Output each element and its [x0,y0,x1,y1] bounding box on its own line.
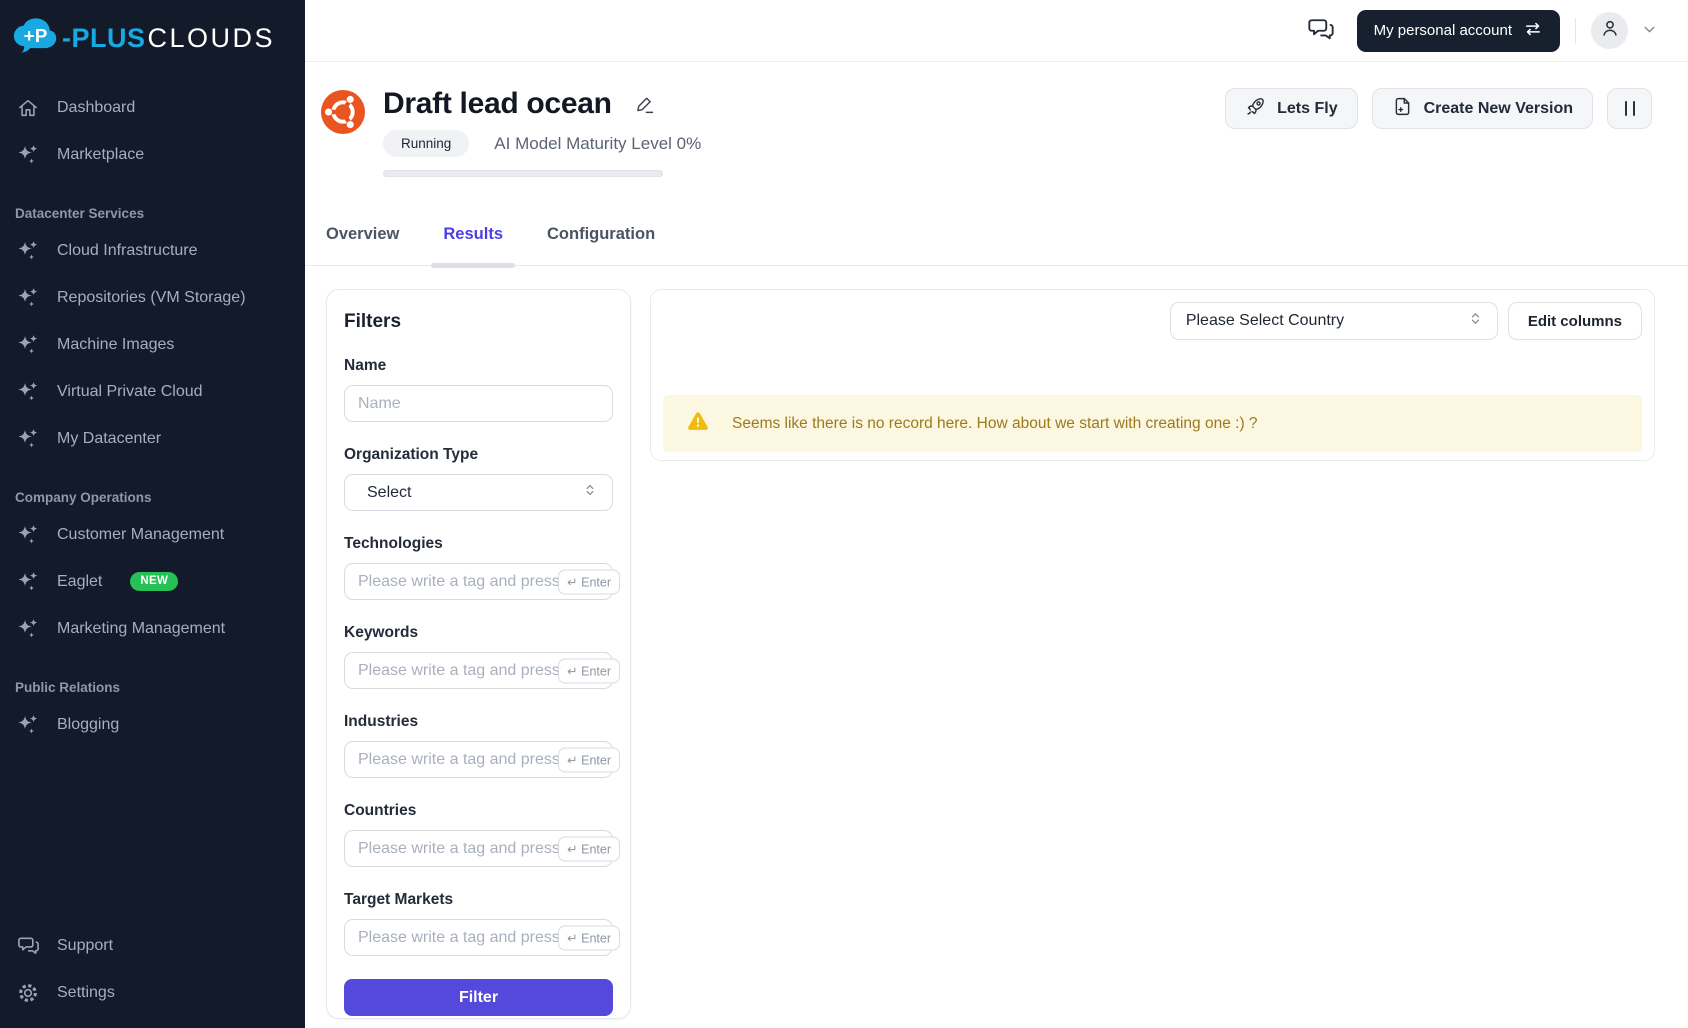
sparkles-icon [15,379,41,405]
brand-logo[interactable]: +P -PLUSCLOUDS [0,12,305,64]
tab-results[interactable]: Results [443,225,503,265]
sidebar-item-blogging[interactable]: Blogging [0,701,305,748]
header-divider [1575,18,1576,44]
sidebar-footer: Support Settings [0,922,305,1028]
filter-field-name: Name [344,357,613,422]
enter-key-hint: ↵ Enter [558,836,620,861]
lets-fly-button[interactable]: Lets Fly [1225,88,1357,129]
sparkles-icon [15,522,41,548]
filter-field-countries: Countries ↵ Enter [344,802,613,867]
content-area: Filters Name Organization Type Select Te… [305,266,1688,1028]
rocket-icon [1245,96,1266,122]
status-badge: Running [383,130,469,157]
sparkles-icon [15,616,41,642]
sparkles-icon [15,332,41,358]
enter-key-hint: ↵ Enter [558,569,620,594]
tab-configuration[interactable]: Configuration [547,225,655,265]
empty-results-alert: Seems like there is no record here. How … [663,395,1642,452]
chevron-up-down-icon [582,482,598,503]
tab-overview[interactable]: Overview [326,225,399,265]
sidebar-item-eaglet[interactable]: Eaglet NEW [0,558,305,605]
pause-button[interactable] [1607,88,1652,129]
new-badge: NEW [130,572,178,591]
chat-icon [1307,15,1335,46]
sidebar-item-support[interactable]: Support [0,922,305,969]
enter-key-hint: ↵ Enter [558,925,620,950]
filters-title: Filters [344,311,613,333]
filter-field-keywords: Keywords ↵ Enter [344,624,613,689]
sidebar-item-marketplace[interactable]: Marketplace [0,131,305,178]
warning-icon [687,410,709,437]
edit-title-button[interactable] [635,94,656,118]
home-icon [15,95,41,121]
sidebar-item-dashboard[interactable]: Dashboard [0,84,305,131]
gear-icon [15,980,41,1006]
sidebar-section-company-operations: Company Operations [0,490,305,505]
page-title: Draft lead ocean [383,87,612,121]
filter-field-industries: Industries ↵ Enter [344,713,613,778]
sparkles-icon [15,569,41,595]
brand-wordmark: -PLUSCLOUDS [62,23,275,54]
filter-submit-button[interactable]: Filter [344,979,613,1016]
filters-panel: Filters Name Organization Type Select Te… [326,289,631,1019]
empty-results-message: Seems like there is no record here. How … [732,415,1258,433]
person-icon [1599,17,1621,44]
file-plus-icon [1392,96,1413,122]
maturity-label: AI Model Maturity Level 0% [494,134,701,154]
sidebar-item-customer-management[interactable]: Customer Management [0,511,305,558]
organization-type-select[interactable]: Select [344,474,613,511]
pause-icon [1625,101,1627,116]
country-select[interactable]: Please Select Country [1170,302,1498,340]
sidebar-item-cloud-infrastructure[interactable]: Cloud Infrastructure [0,227,305,274]
sparkles-icon [15,285,41,311]
maturity-progress [383,170,663,177]
sidebar-item-repositories[interactable]: Repositories (VM Storage) [0,274,305,321]
enter-key-hint: ↵ Enter [558,658,620,683]
sidebar: +P -PLUSCLOUDS Dashboard Marketplace Dat… [0,0,305,1028]
page-head: Draft lead ocean Running AI Model Maturi… [305,62,1688,177]
tab-bar: Overview Results Configuration [305,225,1688,266]
filter-field-organization-type: Organization Type Select [344,446,613,511]
name-input[interactable] [344,385,613,422]
account-menu-caret[interactable] [1641,21,1658,41]
ubuntu-logo [321,90,365,134]
sparkles-icon [15,426,41,452]
create-new-version-button[interactable]: Create New Version [1372,88,1593,129]
sidebar-item-settings[interactable]: Settings [0,969,305,1016]
chevron-up-down-icon [1467,310,1484,332]
chat-button[interactable] [1307,15,1335,46]
sidebar-section-datacenter-services: Datacenter Services [0,206,305,221]
sparkles-icon [15,238,41,264]
account-switch-button[interactable]: My personal account [1357,10,1560,52]
sidebar-section-public-relations: Public Relations [0,680,305,695]
pencil-icon [635,94,656,118]
chat-icon [15,933,41,959]
chevron-down-icon [1641,21,1658,41]
sidebar-item-my-datacenter[interactable]: My Datacenter [0,415,305,462]
edit-columns-button[interactable]: Edit columns [1508,302,1642,340]
sidebar-item-machine-images[interactable]: Machine Images [0,321,305,368]
top-header: My personal account [305,0,1688,62]
switch-arrows-icon [1523,19,1543,43]
results-panel: Please Select Country Edit columns Seems… [650,289,1655,461]
filter-field-target-markets: Target Markets ↵ Enter [344,891,613,956]
sidebar-item-marketing-management[interactable]: Marketing Management [0,605,305,652]
plusclouds-cloud-icon: +P [13,16,58,60]
filter-field-technologies: Technologies ↵ Enter [344,535,613,600]
svg-text:+P: +P [24,26,48,47]
sparkles-icon [15,142,41,168]
sparkles-icon [15,712,41,738]
sidebar-item-virtual-private-cloud[interactable]: Virtual Private Cloud [0,368,305,415]
main-area: My personal account [305,0,1688,1028]
avatar[interactable] [1591,12,1628,49]
enter-key-hint: ↵ Enter [558,747,620,772]
